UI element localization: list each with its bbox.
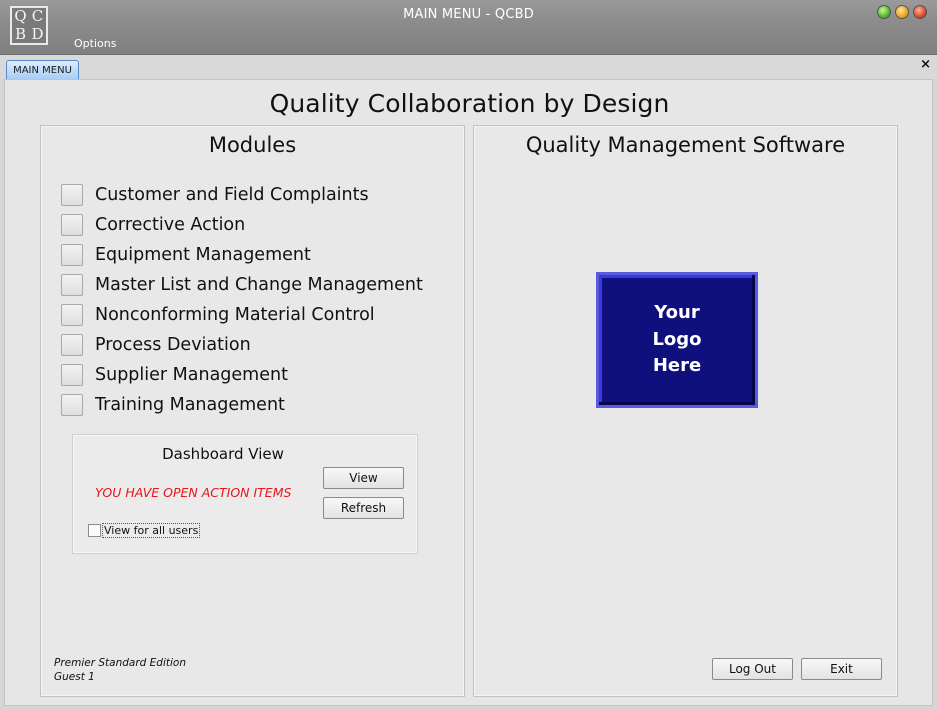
module-button[interactable]: [61, 244, 83, 266]
window-title: MAIN MENU - QCBD: [403, 7, 534, 22]
modules-panel: Modules Customer and Field Complaints Co…: [40, 125, 465, 697]
module-item-corrective-action[interactable]: Corrective Action: [61, 210, 423, 240]
window-controls: [877, 5, 927, 19]
logo-letter: B: [14, 24, 27, 43]
module-button[interactable]: [61, 274, 83, 296]
module-label: Supplier Management: [95, 365, 288, 385]
module-label: Training Management: [95, 395, 285, 415]
module-button[interactable]: [61, 214, 83, 236]
user-label: Guest 1: [54, 671, 95, 683]
software-panel: Quality Management Software Your Logo He…: [473, 125, 898, 697]
module-item-supplier-management[interactable]: Supplier Management: [61, 360, 423, 390]
modules-title: Modules: [208, 133, 297, 157]
module-button[interactable]: [61, 184, 83, 206]
module-label: Customer and Field Complaints: [95, 185, 369, 205]
tab-main-menu[interactable]: MAIN MENU: [6, 60, 79, 80]
logo-line: Logo: [652, 328, 702, 350]
close-icon[interactable]: [913, 5, 927, 19]
page-title: Quality Collaboration by Design: [269, 89, 670, 118]
checkbox-label: View for all users: [102, 523, 201, 538]
checkbox-box[interactable]: [88, 524, 101, 537]
tab-strip: MAIN MENU ×: [0, 55, 937, 80]
maximize-icon[interactable]: [895, 5, 909, 19]
logo-line: Your: [654, 302, 700, 324]
options-menu[interactable]: Options: [74, 37, 116, 50]
logo-line: Here: [652, 355, 702, 377]
main-content: Quality Collaboration by Design Modules …: [4, 79, 933, 706]
module-item-equipment-management[interactable]: Equipment Management: [61, 240, 423, 270]
log-out-button[interactable]: Log Out: [712, 658, 793, 680]
company-logo-placeholder: Your Logo Here: [596, 272, 758, 408]
software-title: Quality Management Software: [525, 133, 846, 157]
refresh-button[interactable]: Refresh: [323, 497, 404, 519]
module-item-nonconforming-material[interactable]: Nonconforming Material Control: [61, 300, 423, 330]
minimize-icon[interactable]: [877, 5, 891, 19]
module-label: Equipment Management: [95, 245, 311, 265]
module-button[interactable]: [61, 364, 83, 386]
title-bar: Q C B D MAIN MENU - QCBD Options: [0, 0, 937, 55]
tab-close-icon[interactable]: ×: [920, 57, 931, 72]
edition-info: Premier Standard Edition Guest 1: [54, 656, 186, 684]
dashboard-title: Dashboard View: [162, 445, 284, 463]
module-label: Nonconforming Material Control: [95, 305, 375, 325]
view-button[interactable]: View: [323, 467, 404, 489]
module-item-process-deviation[interactable]: Process Deviation: [61, 330, 423, 360]
logo-letter: D: [31, 24, 44, 43]
module-item-training-management[interactable]: Training Management: [61, 390, 423, 420]
module-label: Master List and Change Management: [95, 275, 423, 295]
module-button[interactable]: [61, 394, 83, 416]
open-action-items-alert: YOU HAVE OPEN ACTION ITEMS: [95, 485, 292, 500]
module-button[interactable]: [61, 334, 83, 356]
module-label: Process Deviation: [95, 335, 251, 355]
module-item-master-list[interactable]: Master List and Change Management: [61, 270, 423, 300]
module-button[interactable]: [61, 304, 83, 326]
module-label: Corrective Action: [95, 215, 246, 235]
module-item-customer-complaints[interactable]: Customer and Field Complaints: [61, 180, 423, 210]
dashboard-view-box: Dashboard View YOU HAVE OPEN ACTION ITEM…: [72, 434, 418, 554]
edition-label: Premier Standard Edition: [54, 657, 186, 669]
view-all-users-checkbox[interactable]: View for all users: [88, 523, 201, 538]
exit-button[interactable]: Exit: [801, 658, 882, 680]
module-list: Customer and Field Complaints Corrective…: [61, 180, 423, 420]
